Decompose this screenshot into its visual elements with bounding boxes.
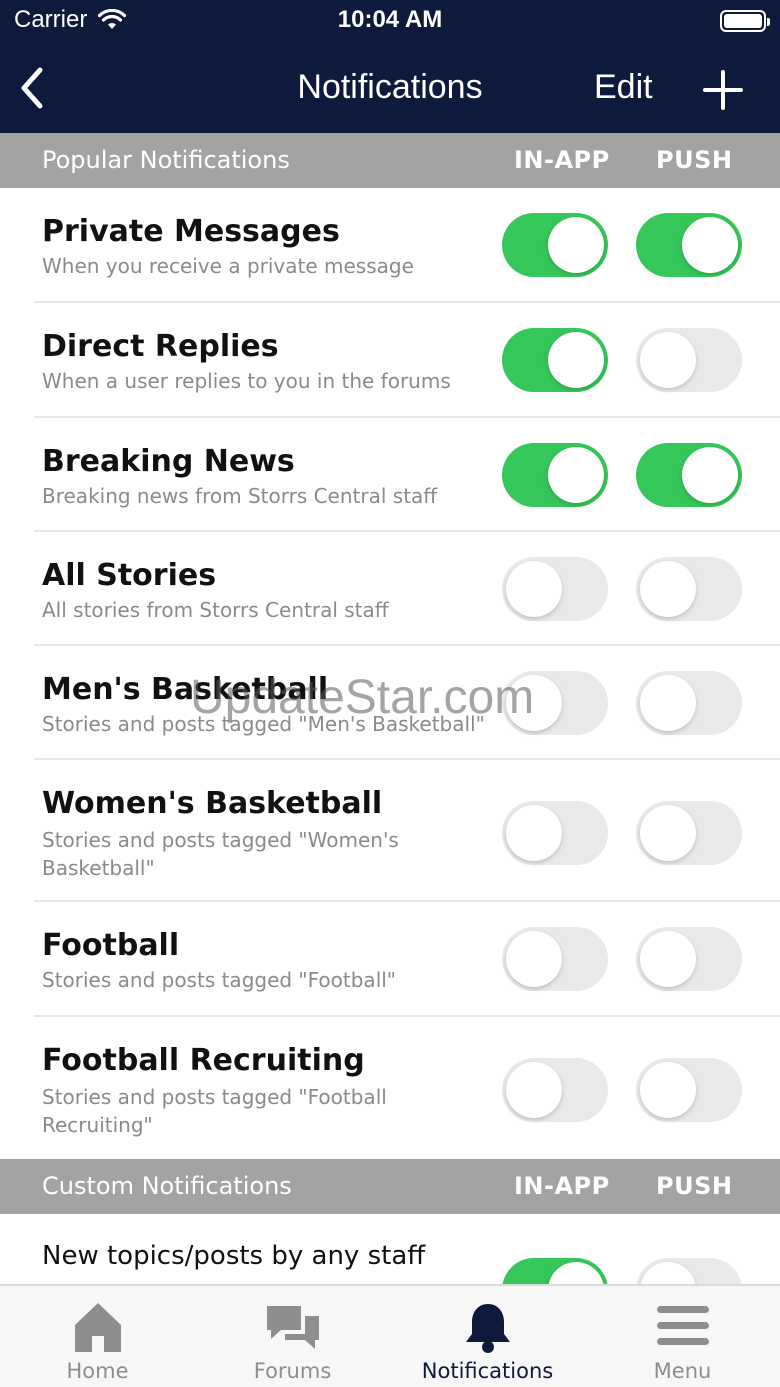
battery-icon bbox=[720, 10, 770, 32]
push-toggle[interactable] bbox=[636, 557, 742, 621]
row-subtitle: When a user replies to you in the forums bbox=[42, 369, 451, 393]
tab-bar: Home Forums Notifications Menu bbox=[0, 1284, 780, 1387]
tab-notifications[interactable]: Notifications bbox=[390, 1286, 585, 1387]
row-title: Men's Basketball bbox=[42, 672, 329, 707]
tab-label: Home bbox=[66, 1359, 129, 1383]
row-subtitle: Stories and posts tagged "Men's Basketba… bbox=[42, 712, 485, 736]
tab-label: Notifications bbox=[421, 1359, 554, 1383]
in-app-column-label: IN-APP bbox=[514, 146, 610, 174]
notification-row-breaking-news: Breaking News Breaking news from Storrs … bbox=[0, 418, 780, 532]
notification-row-football: Football Stories and posts tagged "Footb… bbox=[0, 902, 780, 1017]
push-toggle[interactable] bbox=[636, 213, 742, 277]
row-subtitle: Stories and posts tagged "Football Recru… bbox=[42, 1085, 387, 1137]
section-title: Custom Notifications bbox=[42, 1172, 292, 1200]
tab-label: Menu bbox=[653, 1359, 712, 1383]
tab-forums[interactable]: Forums bbox=[195, 1286, 390, 1387]
row-title: Football Recruiting bbox=[42, 1043, 365, 1078]
push-toggle[interactable] bbox=[636, 927, 742, 991]
row-subtitle: All stories from Storrs Central staff bbox=[42, 598, 389, 622]
push-column-label: PUSH bbox=[656, 1172, 733, 1200]
row-subtitle: Stories and posts tagged "Women's Basket… bbox=[42, 828, 399, 880]
section-title: Popular Notifications bbox=[42, 146, 290, 174]
notification-row-womens-basketball: Women's Basketball Stories and posts tag… bbox=[0, 760, 780, 902]
tab-label: Forums bbox=[253, 1359, 332, 1383]
row-title: Private Messages bbox=[42, 214, 340, 249]
row-title: All Stories bbox=[42, 558, 217, 593]
push-toggle[interactable] bbox=[636, 328, 742, 392]
row-subtitle: Breaking news from Storrs Central staff bbox=[42, 484, 438, 508]
push-toggle[interactable] bbox=[636, 443, 742, 507]
hamburger-menu-icon bbox=[656, 1306, 709, 1345]
notification-row-private-messages: Private Messages When you receive a priv… bbox=[0, 188, 780, 303]
page-title: Notifications bbox=[297, 68, 483, 106]
in-app-toggle[interactable] bbox=[502, 801, 608, 865]
row-title: Breaking News bbox=[42, 444, 295, 479]
edit-button[interactable]: Edit bbox=[594, 68, 653, 107]
row-title: Direct Replies bbox=[42, 329, 279, 364]
in-app-column-label: IN-APP bbox=[514, 1172, 610, 1200]
notification-row-football-recruiting: Football Recruiting Stories and posts ta… bbox=[0, 1017, 780, 1159]
in-app-toggle[interactable] bbox=[502, 213, 608, 277]
push-toggle[interactable] bbox=[636, 801, 742, 865]
popular-section-header: Popular Notifications IN-APP PUSH bbox=[0, 133, 780, 188]
add-icon[interactable] bbox=[703, 70, 743, 110]
row-title: Women's Basketball bbox=[42, 786, 383, 821]
status-time: 10:04 AM bbox=[337, 6, 443, 33]
bell-icon bbox=[465, 1304, 510, 1353]
push-column-label: PUSH bbox=[656, 146, 733, 174]
in-app-toggle[interactable] bbox=[502, 328, 608, 392]
top-bar: Carrier 10:04 AM Notifications Edit bbox=[0, 0, 780, 133]
notification-row-mens-basketball: Men's Basketball Stories and posts tagge… bbox=[0, 646, 780, 760]
home-icon bbox=[74, 1303, 121, 1352]
custom-row-title: New topics/posts by any staff bbox=[42, 1241, 426, 1271]
in-app-toggle[interactable] bbox=[502, 1058, 608, 1122]
in-app-toggle[interactable] bbox=[502, 557, 608, 621]
in-app-toggle[interactable] bbox=[502, 671, 608, 735]
notification-row-direct-replies: Direct Replies When a user replies to yo… bbox=[0, 303, 780, 418]
custom-section-header: Custom Notifications IN-APP PUSH bbox=[0, 1159, 780, 1214]
in-app-toggle[interactable] bbox=[502, 443, 608, 507]
tab-home[interactable]: Home bbox=[0, 1286, 195, 1387]
push-toggle[interactable] bbox=[636, 1058, 742, 1122]
notification-row-all-stories: All Stories All stories from Storrs Cent… bbox=[0, 532, 780, 646]
push-toggle[interactable] bbox=[636, 671, 742, 735]
tab-menu[interactable]: Menu bbox=[585, 1286, 780, 1387]
chat-bubbles-icon bbox=[266, 1306, 319, 1349]
row-title: Football bbox=[42, 928, 180, 963]
in-app-toggle[interactable] bbox=[502, 927, 608, 991]
row-subtitle: When you receive a private message bbox=[42, 254, 414, 278]
row-subtitle: Stories and posts tagged "Football" bbox=[42, 968, 397, 992]
